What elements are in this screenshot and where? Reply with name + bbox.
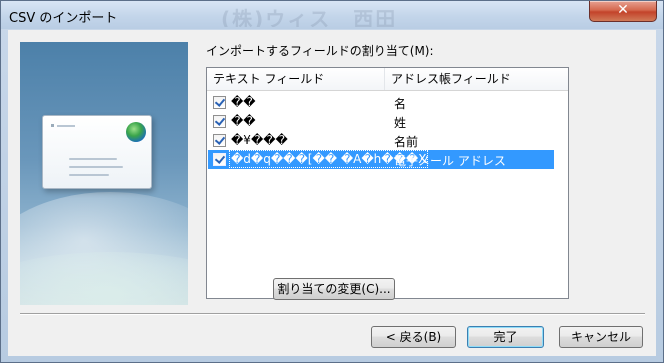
dialog-client-area: インポートするフィールドの割り当て(M): テキスト フィールド アドレス帳フィ…: [8, 30, 656, 356]
envelope-icon: [42, 115, 152, 189]
envelope-dot: [51, 124, 54, 127]
checkbox-checked-icon[interactable]: [213, 153, 226, 166]
checkbox-checked-icon[interactable]: [213, 115, 226, 128]
field-mapping-list[interactable]: テキスト フィールド アドレス帳フィールド �� 名 �� 姓 �¥��� 名前…: [206, 67, 569, 299]
change-mapping-button[interactable]: 割り当ての変更(C)...: [273, 278, 395, 300]
close-icon: ✕: [617, 2, 629, 18]
text-field-name: ��: [231, 114, 256, 128]
title-bar[interactable]: (株)ウィス 西田 CSV のインポート ✕: [1, 1, 663, 29]
dialog-title: CSV のインポート: [9, 11, 118, 26]
address-field-name: 姓: [394, 116, 407, 130]
mapping-label: インポートするフィールドの割り当て(M):: [206, 44, 434, 58]
checkbox-checked-icon[interactable]: [213, 96, 226, 109]
list-item-selected[interactable]: �d�q���[�� �A�h���X 電子メール アドレス: [208, 150, 554, 169]
text-field-name: �¥���: [231, 133, 288, 147]
envelope-line: [57, 125, 75, 127]
globe-stamp-icon: [126, 122, 146, 142]
background-window-title: (株)ウィス 西田: [221, 7, 398, 27]
close-button[interactable]: ✕: [589, 1, 657, 22]
cancel-button[interactable]: キャンセル: [559, 326, 643, 348]
envelope-line: [69, 174, 109, 176]
finish-button[interactable]: 完了: [467, 326, 544, 348]
address-field-name: 電子メール アドレス: [394, 154, 506, 168]
column-header-address-field[interactable]: アドレス帳フィールド: [385, 68, 568, 90]
list-item[interactable]: �¥��� 名前: [208, 131, 554, 150]
wizard-illustration: [20, 42, 188, 305]
list-header: テキスト フィールド アドレス帳フィールド: [207, 68, 568, 91]
envelope-line: [69, 158, 117, 160]
import-dialog-window: (株)ウィス 西田 CSV のインポート ✕ インポートするフィールドの割り当て…: [0, 0, 664, 363]
divider: [20, 313, 645, 315]
envelope-line: [69, 166, 123, 168]
checkbox-checked-icon[interactable]: [213, 134, 226, 147]
address-field-name: 名: [394, 97, 407, 111]
list-item[interactable]: �� 名: [208, 93, 554, 112]
column-header-text-field[interactable]: テキスト フィールド: [207, 68, 385, 90]
list-item[interactable]: �� 姓: [208, 112, 554, 131]
illustration-swoosh-lower: [20, 252, 188, 305]
address-field-name: 名前: [394, 135, 419, 149]
text-field-name: ��: [231, 95, 256, 109]
back-button[interactable]: < 戻る(B): [371, 326, 456, 348]
